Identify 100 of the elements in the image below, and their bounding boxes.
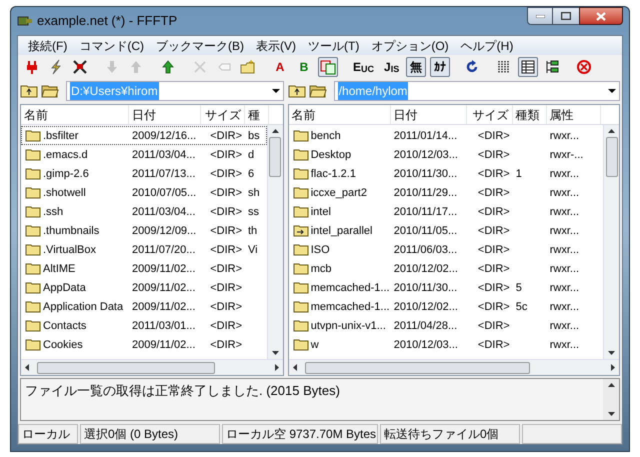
file-row[interactable]: memcached-1... 2010/12/02... <DIR> 5c rwxr... [288, 297, 603, 316]
toolbar-button[interactable] [518, 56, 538, 77]
scrollbar-thumb[interactable] [37, 362, 215, 374]
file-row[interactable]: Application Data 2009/11/02... <DIR> [21, 297, 267, 316]
vertical-scrollbar[interactable] [266, 125, 283, 360]
file-name: AltIME [43, 262, 76, 277]
file-row[interactable]: iccxe_part2 2010/11/29... <DIR> rwxr... [288, 183, 603, 202]
menu-item[interactable]: 接続(F) [22, 36, 74, 55]
column-header[interactable]: 種 [245, 105, 269, 124]
file-row[interactable]: intel_parallel 2010/11/05... <DIR> rwxr... [288, 221, 603, 240]
scroll-right-icon[interactable] [274, 364, 279, 372]
open-folder-icon[interactable] [41, 84, 59, 98]
scroll-up-icon[interactable] [608, 129, 615, 134]
horizontal-scrollbar[interactable] [21, 359, 283, 376]
maximize-button[interactable] [553, 7, 579, 25]
menu-item[interactable]: オプション(O) [365, 36, 455, 55]
status-text: 選択0個 (0 Bytes) [80, 424, 220, 444]
table-cell: <DIR> [478, 224, 510, 237]
folder-shortcut-icon [292, 224, 309, 238]
delete-icon [192, 58, 208, 75]
file-row[interactable]: .bsfilter 2009/12/16... <DIR> bs [21, 126, 267, 146]
file-row[interactable]: Contacts 2011/03/01... <DIR> [21, 316, 267, 336]
toolbar-button[interactable]: A [270, 56, 290, 77]
file-row[interactable]: Cookies 2009/11/02... <DIR> [21, 335, 267, 354]
table-cell: 2011/03/04... [132, 148, 196, 161]
horizontal-scrollbar[interactable] [288, 359, 619, 376]
file-row[interactable]: .ssh 2011/03/04... <DIR> ss [21, 202, 267, 222]
file-row[interactable]: .shotwell 2010/07/05... <DIR> sh [21, 183, 267, 202]
menu-item[interactable]: ヘルプ(H) [454, 36, 520, 55]
column-header[interactable]: サイズ [466, 105, 513, 124]
file-row[interactable]: AppData 2009/11/02... <DIR> [21, 278, 267, 298]
table-cell: 2011/07/20... [132, 244, 196, 256]
table-cell: <DIR> [478, 320, 510, 332]
scroll-up-icon[interactable] [272, 129, 279, 134]
table-cell: 2010/12/03... [394, 338, 458, 351]
file-name: .ssh [43, 204, 64, 220]
file-name: bench [310, 128, 341, 144]
file-row[interactable]: .thumbnails 2009/12/09... <DIR> th [21, 221, 267, 240]
toolbar-button[interactable]: 無 [406, 56, 426, 77]
scrollbar-thumb[interactable] [269, 137, 282, 178]
file-row[interactable]: ISO 2011/06/03... <DIR> rwxr... [288, 240, 603, 260]
menu-item[interactable]: 表示(V) [250, 36, 302, 55]
file-name: flac-1.2.1 [310, 166, 356, 182]
auto-mode-icon [320, 58, 336, 75]
table-cell: 2009/12/16... [132, 130, 196, 142]
scroll-right-icon[interactable] [611, 364, 615, 372]
file-row[interactable]: .gimp-2.6 2011/07/13... <DIR> 6 [21, 164, 267, 184]
up-arrow-icon [128, 58, 144, 75]
column-header[interactable]: サイズ [201, 105, 245, 124]
file-row[interactable]: memcached-1... 2010/11/30... <DIR> 5 rwxr... [288, 278, 603, 298]
column-header[interactable]: 日付 [129, 105, 201, 124]
vertical-scrollbar[interactable] [603, 125, 619, 360]
file-row[interactable]: Desktop 2010/12/03... <DIR> rwxr-... [288, 145, 603, 164]
scroll-down-icon[interactable] [608, 351, 615, 356]
column-header[interactable]: 日付 [390, 105, 467, 124]
menu-item[interactable]: ツール(T) [302, 36, 366, 55]
scroll-left-icon[interactable] [292, 364, 297, 372]
parent-folder-icon[interactable] [20, 84, 38, 98]
table-cell: 2009/11/02... [132, 300, 196, 313]
close-button[interactable] [579, 7, 623, 25]
scrollbar-thumb[interactable] [304, 362, 530, 374]
file-row[interactable]: AltIME 2009/11/02... <DIR> [21, 259, 267, 278]
file-row[interactable]: utvpn-unix-v1... 2011/04/28... <DIR> rwxr... [288, 316, 603, 336]
file-row[interactable]: w 2010/12/03... <DIR> rwxr... [288, 335, 603, 354]
open-folder-icon[interactable] [308, 84, 327, 98]
table-cell: rwxr... [550, 320, 580, 332]
toolbar-button[interactable]: B [294, 56, 314, 77]
menu-item[interactable]: ブックマーク(B) [150, 36, 250, 55]
table-cell: rwxr-... [550, 148, 584, 161]
scroll-down-icon[interactable] [272, 351, 279, 356]
folder-icon [25, 300, 41, 314]
column-header[interactable]: 種類 [512, 105, 547, 124]
log-message: ファイル一覧の取得は正常終了しました. (2015 Bytes) [24, 382, 341, 400]
menu-item[interactable]: コマンド(C) [73, 36, 150, 55]
file-row[interactable]: bench 2011/01/14... <DIR> rwxr... [288, 126, 603, 146]
file-row[interactable]: .emacs.d 2011/03/04... <DIR> d [21, 145, 267, 164]
column-header[interactable]: 名前 [21, 105, 129, 124]
file-row[interactable]: intel 2010/11/17... <DIR> rwxr... [288, 202, 603, 222]
table-cell: rwxr... [550, 338, 580, 351]
parent-folder-icon[interactable] [288, 84, 306, 98]
toolbar-button[interactable]: E$_{UC}$ [350, 56, 378, 77]
file-row[interactable]: mcb 2010/12/02... <DIR> rwxr... [288, 259, 603, 278]
scroll-up-icon [608, 383, 614, 388]
folder-icon [292, 300, 309, 314]
file-name: iccxe_part2 [310, 186, 367, 201]
file-name: w [310, 338, 319, 353]
scrollbar-thumb[interactable] [606, 137, 618, 178]
file-row[interactable]: .VirtualBox 2011/07/20... <DIR> Vi [21, 240, 267, 260]
column-header[interactable]: 属性 [546, 105, 601, 124]
table-cell: rwxr... [550, 262, 580, 275]
table-cell: 2010/12/02... [394, 262, 458, 275]
folder-icon [292, 338, 309, 352]
toolbar-button[interactable]: J$_{IS}$ [381, 56, 402, 77]
file-row[interactable]: flac-1.2.1 2010/11/30... <DIR> 1 rwxr... [288, 164, 603, 184]
column-header[interactable]: 名前 [288, 105, 391, 124]
minimize-button[interactable] [527, 7, 553, 25]
folder-icon [25, 224, 41, 238]
scroll-left-icon[interactable] [25, 364, 29, 372]
folder-icon [292, 262, 309, 276]
toolbar-button[interactable]: ｶﾅ [430, 56, 450, 77]
